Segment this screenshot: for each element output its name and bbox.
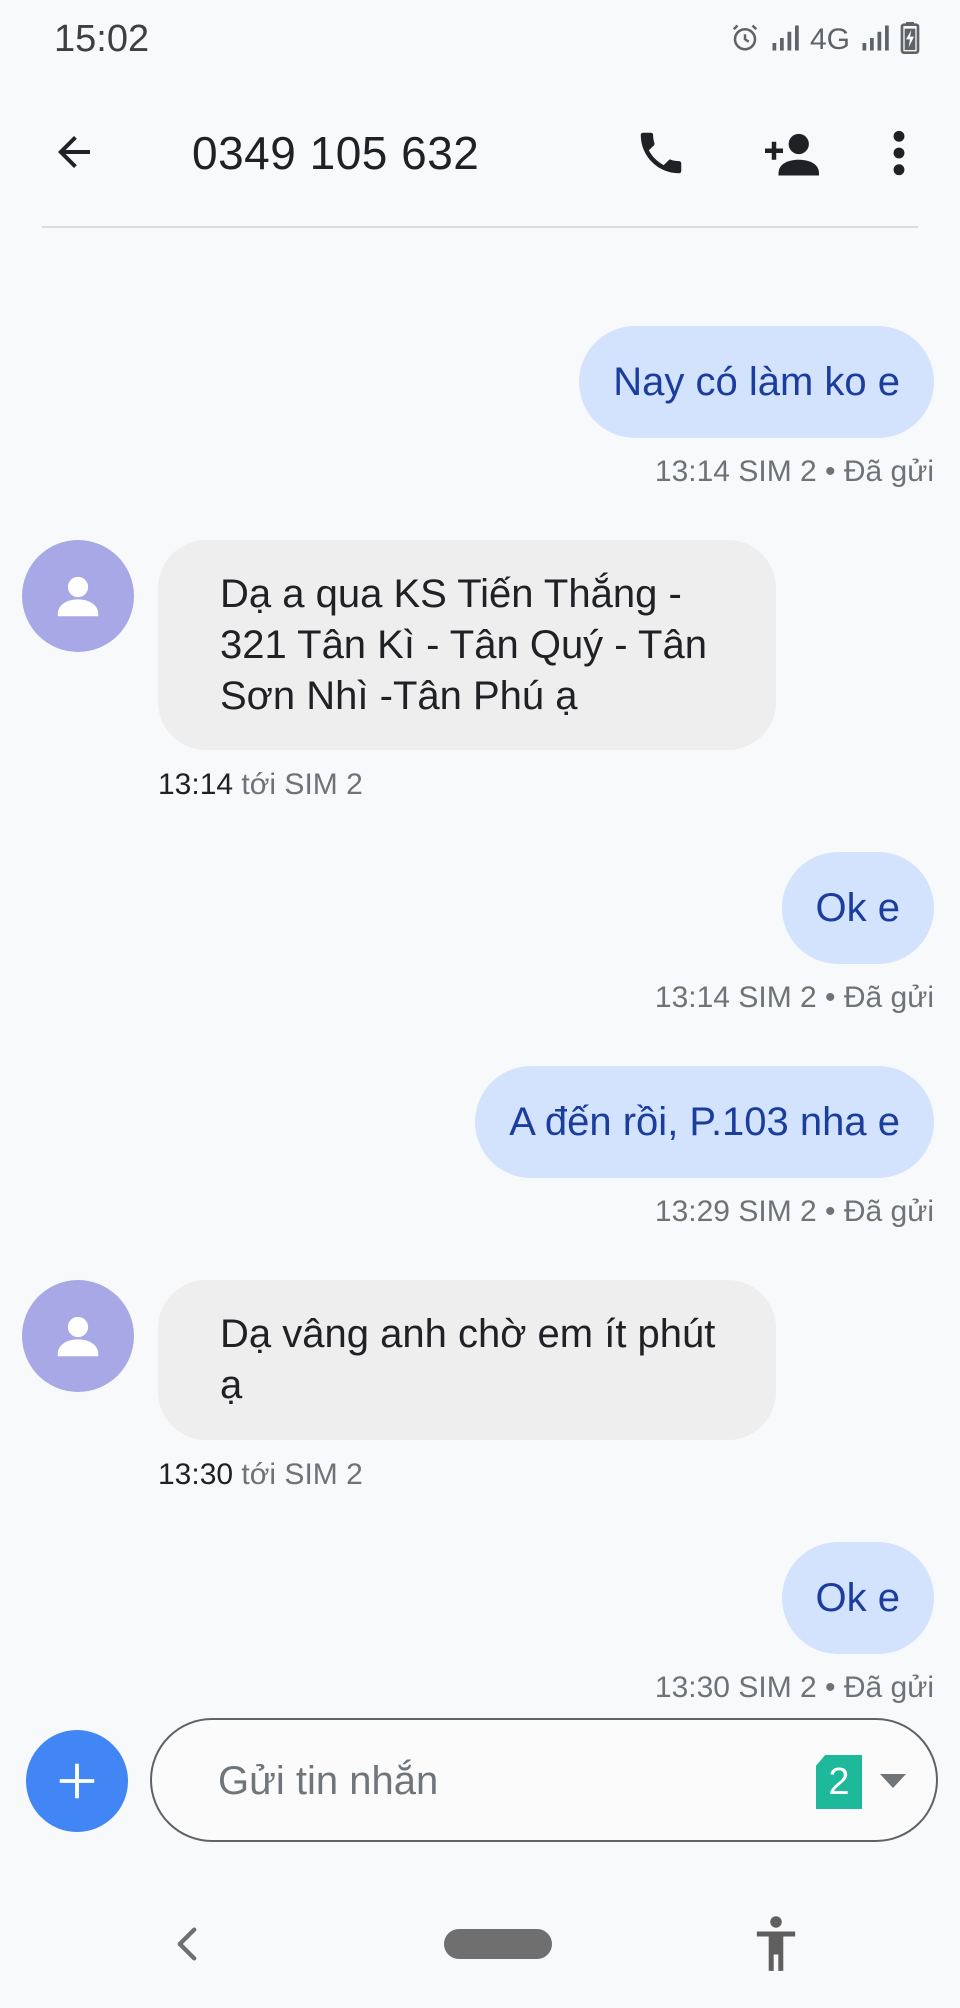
plus-icon bbox=[59, 1763, 95, 1799]
contact-avatar[interactable] bbox=[22, 540, 134, 652]
battery-charging-icon bbox=[900, 21, 920, 59]
message-time: 13:30 bbox=[654, 1671, 730, 1704]
message-status: 13:14 SIM 2 • Đã gửi bbox=[655, 455, 934, 489]
header-divider bbox=[42, 226, 918, 228]
conversation-title: 0349 105 632 bbox=[192, 127, 480, 179]
message-meta: tới SIM 2 bbox=[241, 1458, 363, 1491]
dropdown-arrow-icon bbox=[880, 1774, 906, 1788]
signal-icon bbox=[770, 23, 800, 58]
message-text: Ok e bbox=[815, 1575, 900, 1620]
person-icon bbox=[57, 576, 99, 617]
back-button[interactable] bbox=[40, 118, 108, 186]
message-text: Dạ a qua KS Tiến Thắng - 321 Tân Kì - Tâ… bbox=[220, 571, 707, 718]
status-time: 15:02 bbox=[54, 18, 150, 60]
message-time: 13:14 bbox=[158, 768, 234, 801]
person-icon bbox=[57, 1316, 99, 1357]
compose-box: 2 bbox=[150, 1718, 938, 1842]
sent-message-bubble[interactable]: Ok e bbox=[781, 852, 934, 964]
received-message-bubble[interactable]: Dạ vâng anh chờ em ít phút ạ bbox=[158, 1280, 776, 1440]
add-attachment-button[interactable] bbox=[26, 1730, 128, 1832]
message-time: 13:14 bbox=[654, 981, 730, 1014]
add-contact-button[interactable] bbox=[752, 118, 832, 188]
arrow-back-icon bbox=[58, 136, 90, 168]
nav-home-button[interactable] bbox=[444, 1929, 552, 1959]
message-meta: SIM 2 • Đã gửi bbox=[738, 981, 934, 1014]
sent-message-bubble[interactable]: Nay có làm ko e bbox=[579, 326, 934, 438]
sent-message-bubble[interactable]: A đến rồi, P.103 nha e bbox=[475, 1066, 934, 1178]
accessibility-button[interactable] bbox=[748, 1912, 804, 1976]
message-meta: SIM 2 • Đã gửi bbox=[738, 1195, 934, 1228]
message-time: 13:30 bbox=[158, 1458, 234, 1491]
message-status: 13:14 tới SIM 2 bbox=[158, 768, 363, 802]
alarm-icon bbox=[730, 23, 760, 58]
sim-selector-button[interactable]: 2 bbox=[816, 1754, 906, 1810]
message-time: 13:29 bbox=[654, 1195, 730, 1228]
signal-icon bbox=[860, 23, 890, 58]
received-message-bubble[interactable]: Dạ a qua KS Tiến Thắng - 321 Tân Kì - Tâ… bbox=[158, 540, 776, 750]
sim-badge: 2 bbox=[816, 1755, 862, 1809]
chevron-left-icon bbox=[177, 1927, 197, 1961]
more-vert-icon bbox=[893, 130, 905, 176]
nav-back-button[interactable] bbox=[164, 1914, 210, 1974]
message-input[interactable] bbox=[218, 1748, 738, 1814]
message-status: 13:30 SIM 2 • Đã gửi bbox=[655, 1671, 934, 1705]
message-meta: tới SIM 2 bbox=[241, 768, 363, 801]
call-button[interactable] bbox=[626, 118, 696, 188]
message-meta: SIM 2 • Đã gửi bbox=[738, 455, 934, 488]
message-text: Dạ vâng anh chờ em ít phút ạ bbox=[220, 1312, 716, 1407]
message-status: 13:29 SIM 2 • Đã gửi bbox=[655, 1195, 934, 1229]
accessibility-icon bbox=[756, 1916, 796, 1971]
message-status: 13:14 SIM 2 • Đã gửi bbox=[655, 981, 934, 1015]
message-text: Ok e bbox=[815, 885, 900, 930]
message-status: 13:30 tới SIM 2 bbox=[158, 1458, 363, 1492]
more-options-button[interactable] bbox=[878, 118, 920, 188]
contact-avatar[interactable] bbox=[22, 1280, 134, 1392]
message-text: Nay có làm ko e bbox=[613, 359, 900, 404]
phone-icon bbox=[640, 132, 682, 174]
message-time: 13:14 bbox=[654, 455, 730, 488]
sent-message-bubble[interactable]: Ok e bbox=[781, 1542, 934, 1654]
message-text: A đến rồi, P.103 nha e bbox=[509, 1099, 900, 1144]
status-icons: 4G bbox=[730, 20, 920, 60]
message-meta: SIM 2 • Đã gửi bbox=[738, 1671, 934, 1704]
add-contact-icon bbox=[765, 133, 819, 176]
network-type-label: 4G bbox=[809, 23, 850, 56]
